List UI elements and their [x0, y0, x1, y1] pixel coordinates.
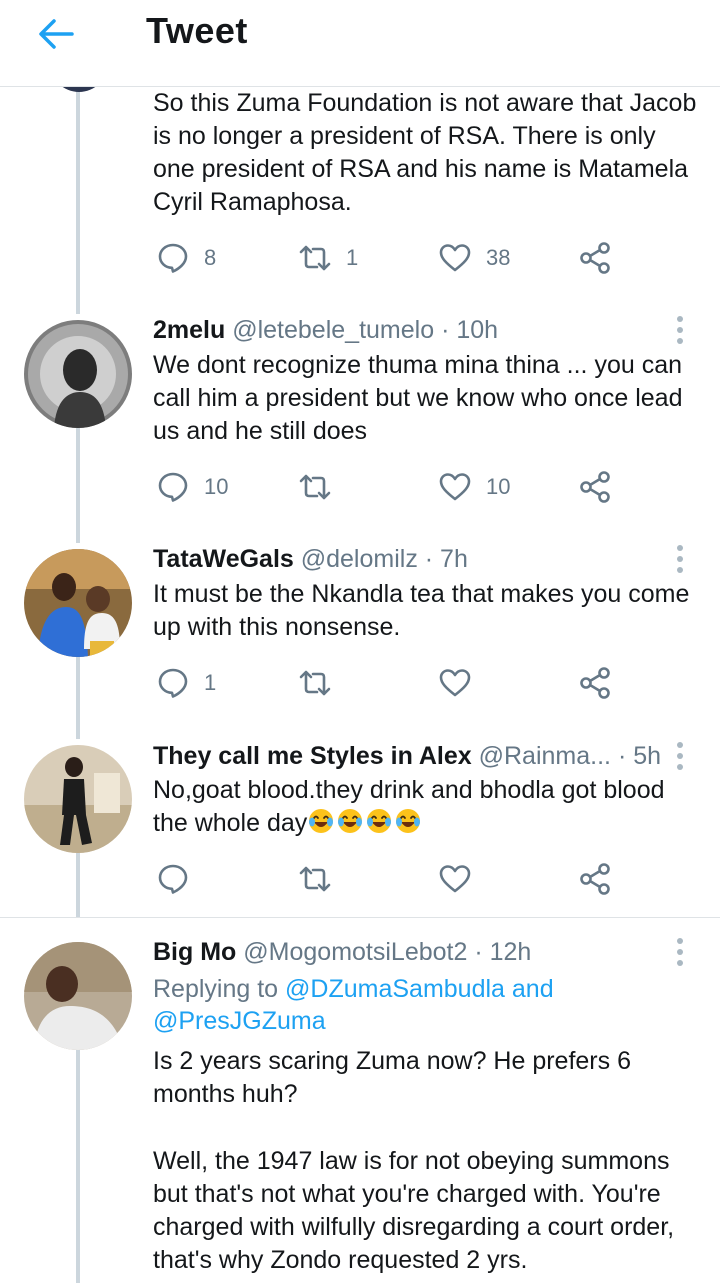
tweet-text: So this Zuma Foundation is not aware tha…: [153, 89, 697, 216]
reply-icon: [158, 668, 188, 698]
more-options-button[interactable]: [668, 543, 692, 575]
avatar[interactable]: [24, 549, 132, 657]
share-button[interactable]: [578, 240, 612, 276]
reply-count: 1: [204, 670, 217, 695]
user-name[interactable]: TataWeGals: [153, 545, 294, 573]
retweet-icon: [299, 474, 331, 500]
section-divider: [0, 917, 720, 918]
like-button[interactable]: [438, 861, 486, 897]
thread-line: [76, 86, 80, 314]
tweet-text: We dont recognize thuma mina thina ... y…: [153, 351, 683, 445]
more-options-button[interactable]: [668, 740, 692, 772]
tweet-text-line: No,goat blood.they drink and bhodla got …: [153, 776, 665, 804]
reply-count: 8: [204, 245, 217, 270]
retweet-button[interactable]: [298, 665, 346, 701]
replying-and: and: [504, 975, 554, 1003]
like-button[interactable]: 38: [438, 240, 510, 276]
replying-to: Replying to @DZumaSambudla and @PresJGZu…: [153, 973, 703, 1037]
share-button[interactable]: [578, 665, 612, 701]
mention-link[interactable]: @PresJGZuma: [153, 1007, 326, 1035]
user-handle[interactable]: @delomilz: [301, 545, 418, 573]
reply-button[interactable]: 1: [156, 665, 216, 701]
share-icon: [580, 242, 610, 274]
share-icon: [580, 471, 610, 503]
heart-icon: [439, 244, 471, 272]
heart-icon: [439, 473, 471, 501]
back-arrow-icon: [39, 19, 74, 49]
face-with-tears-of-joy-icon: [394, 807, 422, 835]
share-button[interactable]: [578, 469, 612, 505]
timestamp: · 10h: [441, 316, 499, 344]
user-name[interactable]: Big Mo: [153, 938, 236, 966]
reply-icon: [158, 472, 188, 502]
tweet-text: No,goat blood.they drink and bhodla got …: [153, 774, 703, 840]
face-with-tears-of-joy-icon: [336, 807, 364, 835]
like-button[interactable]: 10: [438, 469, 510, 505]
retweet-button[interactable]: [298, 861, 346, 897]
mention-link[interactable]: @DZumaSambudla: [285, 975, 505, 1003]
share-button[interactable]: [578, 861, 612, 897]
user-handle[interactable]: @MogomotsiLebot2: [243, 938, 467, 966]
like-count: 38: [486, 245, 511, 270]
reply-icon: [158, 243, 188, 273]
user-handle[interactable]: @Rainma...: [479, 742, 611, 770]
avatar[interactable]: [24, 942, 132, 1050]
like-count: 10: [486, 474, 511, 499]
like-button[interactable]: [438, 665, 486, 701]
share-icon: [580, 863, 610, 895]
tweet-text-line: the whole day: [153, 807, 703, 840]
tweet-text: Is 2 years scaring Zuma now? He prefers …: [153, 1047, 631, 1108]
heart-icon: [439, 669, 471, 697]
retweet-icon: [299, 866, 331, 892]
more-vertical-icon: [677, 545, 683, 573]
retweet-icon: [299, 245, 331, 271]
thread-line: [76, 657, 80, 739]
replying-to-label: Replying to: [153, 975, 286, 1003]
retweet-icon: [299, 670, 331, 696]
more-vertical-icon: [677, 938, 683, 966]
avatar[interactable]: [24, 320, 132, 428]
avatar[interactable]: [24, 745, 132, 853]
reply-button[interactable]: 10: [156, 469, 228, 505]
thread-line: [76, 1050, 80, 1283]
back-button[interactable]: [34, 14, 78, 54]
thread-line: [76, 428, 80, 543]
thread-line: [76, 853, 80, 917]
face-with-tears-of-joy-icon: [307, 807, 335, 835]
reply-button[interactable]: [156, 861, 204, 897]
timestamp: · 12h: [474, 938, 532, 966]
reply-icon: [158, 864, 188, 894]
more-vertical-icon: [677, 316, 683, 344]
tweet-meta: Big Mo @MogomotsiLebot2 · 12h: [153, 936, 531, 968]
reply-button[interactable]: 8: [156, 240, 216, 276]
user-name[interactable]: 2melu: [153, 316, 225, 344]
share-icon: [580, 667, 610, 699]
tweet-meta: 2melu @letebele_tumelo · 10h: [153, 314, 498, 346]
more-options-button[interactable]: [668, 314, 692, 346]
more-options-button[interactable]: [668, 936, 692, 968]
retweet-count: 1: [346, 245, 359, 270]
tweet-meta: They call me Styles in Alex @Rainma... ·…: [153, 740, 661, 772]
retweet-button[interactable]: [298, 469, 346, 505]
timestamp: · 5h: [617, 742, 662, 770]
app-header: Tweet: [0, 0, 720, 87]
tweet-meta: TataWeGals @delomilz · 7h: [153, 543, 468, 575]
user-handle[interactable]: @letebele_tumelo: [232, 316, 434, 344]
heart-icon: [439, 865, 471, 893]
reply-count: 10: [204, 474, 229, 499]
more-vertical-icon: [677, 742, 683, 770]
tweet-text: It must be the Nkandla tea that makes yo…: [153, 580, 690, 641]
user-name[interactable]: They call me Styles in Alex: [153, 742, 472, 770]
retweet-button[interactable]: 1: [298, 240, 358, 276]
page-title: Tweet: [146, 10, 248, 51]
face-with-tears-of-joy-icon: [365, 807, 393, 835]
timestamp: · 7h: [424, 545, 468, 573]
tweet-text: Well, the 1947 law is for not obeying su…: [153, 1147, 675, 1274]
